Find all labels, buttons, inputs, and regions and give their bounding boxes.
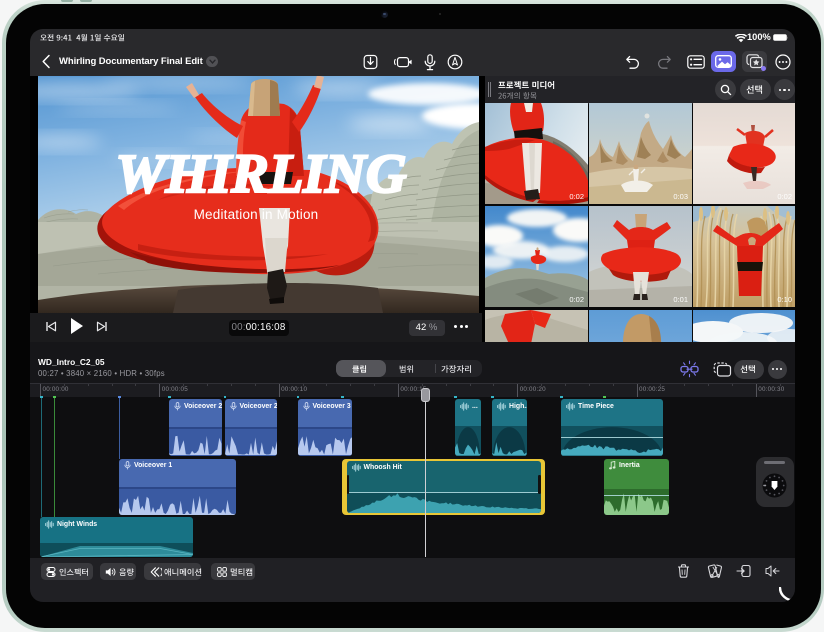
svg-text:0:02: 0:02	[777, 192, 792, 201]
svg-text:0:03: 0:03	[673, 192, 688, 201]
svg-text:0:10: 0:10	[777, 295, 792, 304]
svg-text:0:02: 0:02	[569, 192, 584, 201]
svg-text:WHIRLING: WHIRLING	[116, 143, 407, 204]
svg-text:0:01: 0:01	[673, 295, 688, 304]
svg-text:0:02: 0:02	[569, 295, 584, 304]
svg-text:Meditation in Motion: Meditation in Motion	[194, 207, 319, 222]
